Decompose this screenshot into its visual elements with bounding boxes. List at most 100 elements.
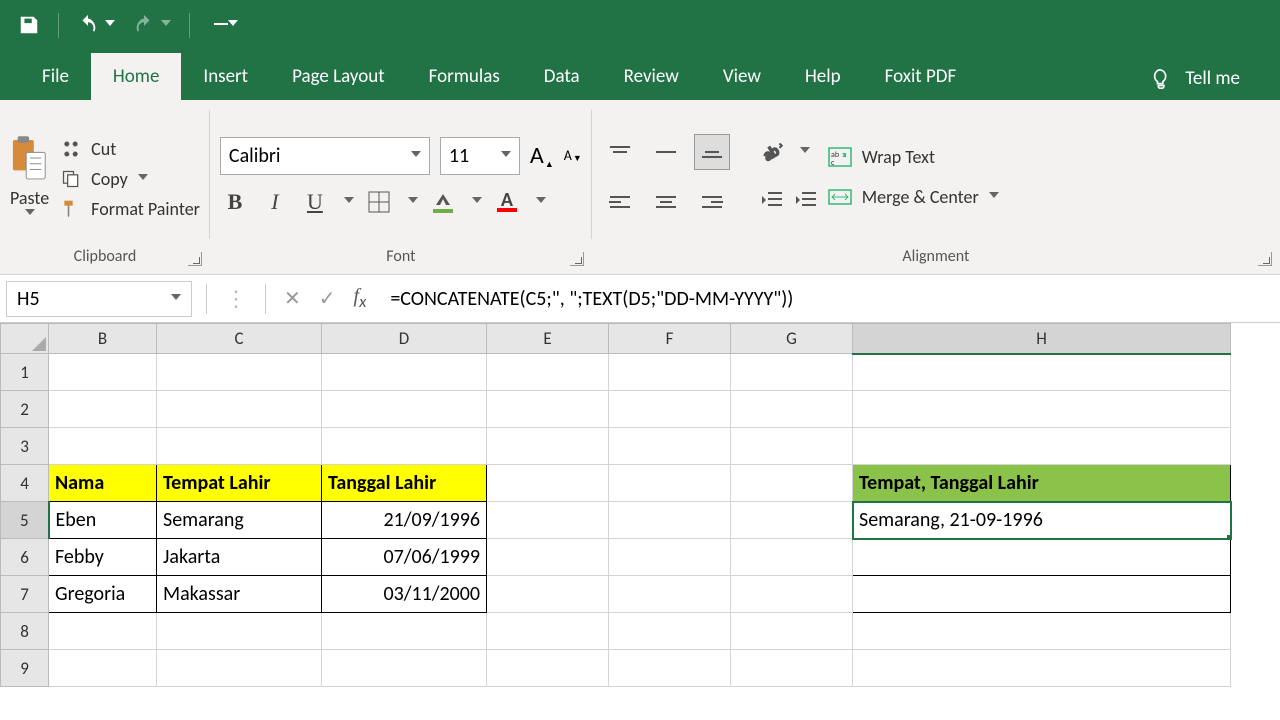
cell-E5[interactable] [487,502,609,539]
cell-C2[interactable] [157,391,322,428]
tab-formulas[interactable]: Formulas [407,53,522,100]
font-color-dropdown[interactable] [536,197,546,207]
tab-home[interactable]: Home [91,53,182,100]
cell-B2[interactable] [49,391,157,428]
decrease-font-button[interactable]: A▼ [564,147,582,164]
paste-button[interactable]: Paste [10,135,57,219]
cell-B6[interactable]: Febby [49,539,157,576]
align-right-button[interactable] [694,184,730,220]
cell-B1[interactable] [49,354,157,391]
clipboard-launcher[interactable] [188,252,202,266]
fill-color-dropdown[interactable] [472,197,482,207]
cell-D2[interactable] [322,391,487,428]
tab-review[interactable]: Review [602,53,701,100]
cell-H1[interactable] [853,354,1231,391]
row-header-7[interactable]: 7 [1,576,49,613]
row-header-4[interactable]: 4 [1,465,49,502]
col-header-E[interactable]: E [487,324,609,354]
tab-view[interactable]: View [701,53,783,100]
row-header-8[interactable]: 8 [1,613,49,650]
tab-page-layout[interactable]: Page Layout [270,53,407,100]
copy-button[interactable]: Copy [61,168,200,190]
row-header-1[interactable]: 1 [1,354,49,391]
cell-G5[interactable] [731,502,853,539]
cell-B9[interactable] [49,650,157,687]
tab-foxit-pdf[interactable]: Foxit PDF [863,53,979,100]
col-header-C[interactable]: C [157,324,322,354]
cell-D9[interactable] [322,650,487,687]
formula-input[interactable] [380,275,1280,322]
align-center-button[interactable] [648,184,684,220]
tab-file[interactable]: File [20,53,91,100]
alignment-launcher[interactable] [1258,252,1272,266]
cell-F7[interactable] [609,576,731,613]
col-header-B[interactable]: B [49,324,157,354]
cell-H9[interactable] [853,650,1231,687]
align-bottom-button[interactable] [694,134,730,170]
select-all-button[interactable] [1,324,49,354]
col-header-H[interactable]: H [853,324,1231,354]
col-header-F[interactable]: F [609,324,731,354]
insert-function-button[interactable]: fx [354,285,367,312]
cell-F5[interactable] [609,502,731,539]
orientation-button[interactable]: ab [760,137,786,167]
cell-C3[interactable] [157,428,322,465]
cell-B7[interactable]: Gregoria [49,576,157,613]
decrease-indent-button[interactable] [760,190,784,214]
cell-F3[interactable] [609,428,731,465]
cell-C8[interactable] [157,613,322,650]
cell-F4[interactable] [609,465,731,502]
row-header-9[interactable]: 9 [1,650,49,687]
cell-B4[interactable]: Nama [49,465,157,502]
cell-C9[interactable] [157,650,322,687]
cell-G7[interactable] [731,576,853,613]
font-size-combo[interactable]: 11 [440,137,520,175]
row-header-6[interactable]: 6 [1,539,49,576]
borders-button[interactable] [364,187,394,217]
cell-E4[interactable] [487,465,609,502]
cell-H7[interactable] [853,576,1231,613]
cell-E6[interactable] [487,539,609,576]
cell-G6[interactable] [731,539,853,576]
col-header-D[interactable]: D [322,324,487,354]
customize-qat-icon[interactable] [208,20,238,30]
cell-H5[interactable]: Semarang, 21-09-1996 [853,502,1231,539]
cell-D5[interactable]: 21/09/1996 [322,502,487,539]
cell-H3[interactable] [853,428,1231,465]
cell-B3[interactable] [49,428,157,465]
cell-B5[interactable]: Eben [49,502,157,539]
row-header-3[interactable]: 3 [1,428,49,465]
cell-G4[interactable] [731,465,853,502]
underline-button[interactable]: U [300,187,330,217]
row-header-5[interactable]: 5 [1,502,49,539]
cut-button[interactable]: Cut [61,138,200,160]
cell-B8[interactable] [49,613,157,650]
cell-F6[interactable] [609,539,731,576]
cell-H8[interactable] [853,613,1231,650]
font-launcher[interactable] [570,252,584,266]
save-icon[interactable] [18,14,40,36]
cell-E3[interactable] [487,428,609,465]
cell-C7[interactable]: Makassar [157,576,322,613]
cell-G3[interactable] [731,428,853,465]
italic-button[interactable]: I [260,187,290,217]
redo-icon[interactable] [133,14,171,36]
align-top-button[interactable] [602,134,638,170]
enter-formula-button[interactable]: ✓ [319,286,336,311]
row-header-2[interactable]: 2 [1,391,49,428]
name-box[interactable]: H5 [6,281,192,317]
align-left-button[interactable] [602,184,638,220]
cell-D6[interactable]: 07/06/1999 [322,539,487,576]
font-color-button[interactable]: A [492,187,522,217]
cell-E8[interactable] [487,613,609,650]
increase-font-button[interactable]: A▲ [530,141,554,170]
increase-indent-button[interactable] [794,190,818,214]
cell-D1[interactable] [322,354,487,391]
cell-H6[interactable] [853,539,1231,576]
fill-handle[interactable] [1227,535,1231,539]
tab-insert[interactable]: Insert [181,53,270,100]
cell-F2[interactable] [609,391,731,428]
cell-E2[interactable] [487,391,609,428]
align-middle-button[interactable] [648,134,684,170]
cell-H2[interactable] [853,391,1231,428]
